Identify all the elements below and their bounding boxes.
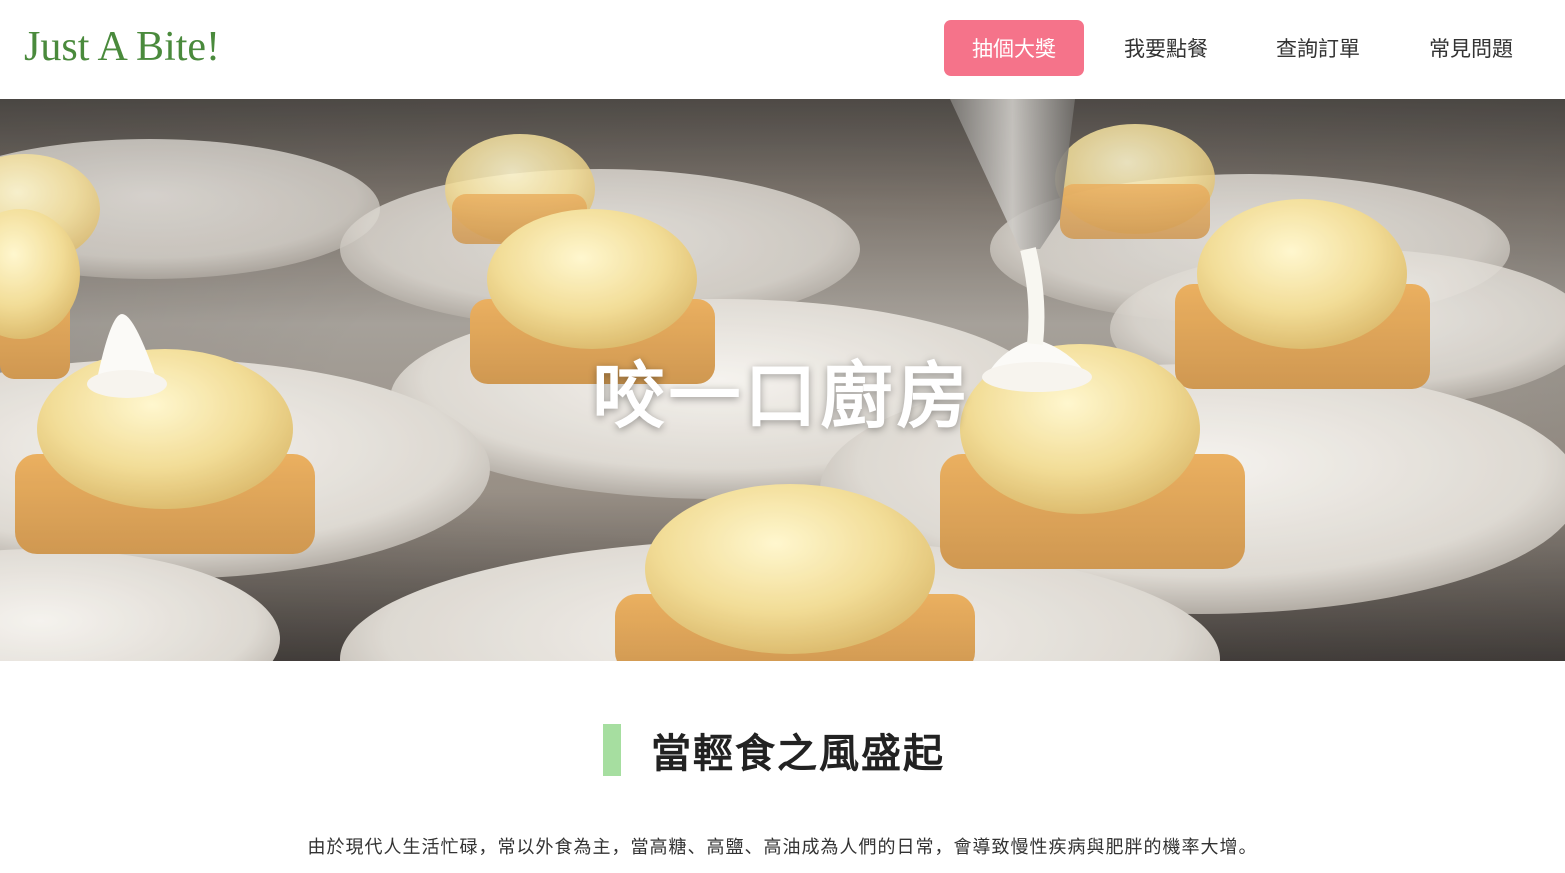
navbar: Just A Bite! 抽個大獎 我要點餐 查詢訂單 常見問題	[0, 0, 1565, 99]
brand-logo[interactable]: Just A Bite!	[24, 22, 220, 72]
heading-accent-bar	[603, 723, 621, 776]
section-heading: 當輕食之風盛起	[603, 722, 945, 777]
hero-banner: 咬一口廚房	[0, 99, 1565, 661]
intro-heading: 當輕食之風盛起	[651, 730, 945, 777]
hero-title: 咬一口廚房	[592, 354, 973, 438]
intro-paragraph: 由於現代人生活忙碌，常以外食為主，當高糖、高鹽、高油成為人們的日常，會導致慢性疾…	[307, 837, 1258, 858]
nav-order-link[interactable]: 我要點餐	[1100, 20, 1232, 76]
nav-faq-link[interactable]: 常見問題	[1405, 20, 1537, 76]
nav-lottery-button[interactable]: 抽個大獎	[944, 20, 1084, 76]
nav-query-order-link[interactable]: 查詢訂單	[1252, 20, 1384, 76]
